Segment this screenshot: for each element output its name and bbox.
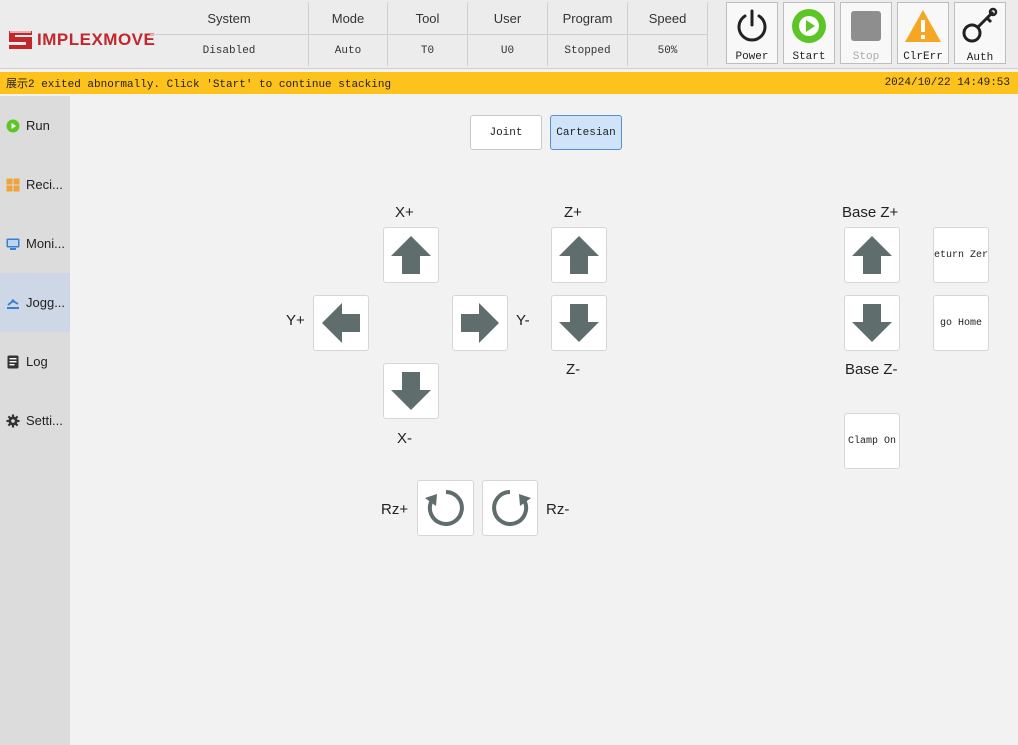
arrow-right-icon bbox=[461, 303, 499, 343]
rotate-cw-icon bbox=[492, 490, 531, 526]
stop-label: Stop bbox=[852, 51, 880, 63]
base-z-minus-label: Base Z- bbox=[845, 361, 898, 378]
status-value: Disabled bbox=[202, 44, 256, 57]
joint-mode-button[interactable]: Joint bbox=[470, 115, 542, 150]
sidebar-item-run[interactable]: Run bbox=[0, 96, 70, 155]
return-zero-button[interactable]: eturn Zer bbox=[933, 227, 989, 283]
arrow-left-icon bbox=[322, 303, 360, 343]
arrow-down-icon bbox=[391, 372, 431, 410]
status-value: 50% bbox=[657, 44, 678, 57]
alarm-message: 展示2 exited abnormally. Click 'Start' to … bbox=[6, 79, 392, 91]
sidebar: Run Reci... Moni... Jogg... Log Setti... bbox=[0, 96, 70, 745]
jog-icon bbox=[5, 295, 21, 311]
status-value: Auto bbox=[334, 44, 362, 57]
base-z-plus-label: Base Z+ bbox=[842, 204, 899, 221]
log-icon bbox=[5, 354, 21, 370]
sidebar-item-label: Reci... bbox=[26, 177, 63, 192]
status-speed[interactable]: Speed 50% bbox=[628, 2, 708, 66]
arrow-up-icon bbox=[852, 236, 892, 274]
status-header: User bbox=[468, 2, 547, 35]
status-header: Speed bbox=[628, 2, 707, 35]
monitor-icon bbox=[5, 236, 21, 252]
y-minus-button[interactable] bbox=[452, 295, 508, 351]
z-plus-button[interactable] bbox=[551, 227, 607, 283]
rz-plus-button[interactable] bbox=[417, 480, 474, 536]
stop-icon bbox=[846, 6, 886, 45]
gear-icon bbox=[5, 413, 21, 429]
arrow-up-icon bbox=[391, 236, 431, 274]
x-plus-label: X+ bbox=[395, 204, 414, 221]
status-value: T0 bbox=[420, 44, 435, 57]
status-value: Stopped bbox=[564, 44, 611, 57]
sidebar-item-label: Run bbox=[26, 118, 50, 133]
sidebar-item-monitor[interactable]: Moni... bbox=[0, 214, 70, 273]
status-table: System Disabled Mode Auto Tool T0 User U… bbox=[150, 2, 708, 66]
arrow-down-icon bbox=[559, 304, 599, 342]
power-icon bbox=[732, 6, 772, 45]
stop-button[interactable]: Stop bbox=[840, 2, 892, 64]
auth-button[interactable]: Auth bbox=[954, 2, 1006, 64]
sidebar-item-log[interactable]: Log bbox=[0, 332, 70, 391]
power-label: Power bbox=[735, 51, 769, 63]
start-button[interactable]: Start bbox=[783, 2, 835, 64]
power-button[interactable]: Power bbox=[726, 2, 778, 64]
status-header: System bbox=[150, 2, 308, 35]
control-buttons: Power Start Stop ClrErr Auth bbox=[726, 2, 1006, 64]
cartesian-mode-button[interactable]: Cartesian bbox=[550, 115, 622, 150]
sidebar-item-label: Jogg... bbox=[26, 295, 66, 310]
start-label: Start bbox=[792, 51, 826, 63]
x-minus-label: X- bbox=[397, 430, 412, 447]
base-z-plus-button[interactable] bbox=[844, 227, 900, 283]
grid-icon bbox=[5, 177, 21, 193]
rz-minus-button[interactable] bbox=[482, 480, 538, 536]
brand-s-mark-icon bbox=[9, 31, 32, 49]
z-minus-label: Z- bbox=[566, 361, 581, 378]
warning-icon bbox=[903, 6, 943, 45]
sidebar-item-settings[interactable]: Setti... bbox=[0, 391, 70, 450]
sidebar-item-recipe[interactable]: Reci... bbox=[0, 155, 70, 214]
jog-panel: Joint Cartesian X+ Y+ Y- X- Z+ Z- Rz+ Rz… bbox=[70, 96, 1018, 745]
top-header: IMPLEXMOVE System Disabled Mode Auto Too… bbox=[0, 0, 1018, 69]
arrow-up-icon bbox=[559, 236, 599, 274]
alarm-timestamp: 2024/10/22 14:49:53 bbox=[884, 77, 1010, 89]
brand-name: IMPLEXMOVE bbox=[37, 30, 156, 49]
status-header: Tool bbox=[388, 2, 467, 35]
status-program: Program Stopped bbox=[548, 2, 628, 66]
sidebar-item-jogging[interactable]: Jogg... bbox=[0, 273, 70, 332]
auth-label: Auth bbox=[966, 52, 994, 64]
alarm-bar: 展示2 exited abnormally. Click 'Start' to … bbox=[0, 72, 1018, 94]
clamp-on-button[interactable]: Clamp On bbox=[844, 413, 900, 469]
rz-minus-label: Rz- bbox=[546, 501, 570, 518]
rz-plus-label: Rz+ bbox=[381, 501, 409, 518]
go-home-button[interactable]: go Home bbox=[933, 295, 989, 351]
key-icon bbox=[960, 6, 1000, 46]
status-mode: Mode Auto bbox=[309, 2, 388, 66]
base-z-minus-button[interactable] bbox=[844, 295, 900, 351]
status-value: U0 bbox=[500, 44, 515, 57]
x-minus-button[interactable] bbox=[383, 363, 439, 419]
status-header: Mode bbox=[309, 2, 387, 35]
y-plus-button[interactable] bbox=[313, 295, 369, 351]
status-system: System Disabled bbox=[150, 2, 309, 66]
z-minus-button[interactable] bbox=[551, 295, 607, 351]
status-header: Program bbox=[548, 2, 627, 35]
arrow-down-icon bbox=[852, 304, 892, 342]
y-plus-label: Y+ bbox=[286, 312, 305, 329]
z-plus-label: Z+ bbox=[564, 204, 582, 221]
sidebar-item-label: Moni... bbox=[26, 236, 66, 251]
play-circle-icon bbox=[5, 118, 21, 134]
clear-error-label: ClrErr bbox=[903, 51, 943, 63]
status-tool: Tool T0 bbox=[388, 2, 468, 66]
y-minus-label: Y- bbox=[516, 312, 530, 329]
x-plus-button[interactable] bbox=[383, 227, 439, 283]
sidebar-item-label: Log bbox=[26, 354, 48, 369]
play-icon bbox=[789, 6, 829, 45]
status-user: User U0 bbox=[468, 2, 548, 66]
clear-error-button[interactable]: ClrErr bbox=[897, 2, 949, 64]
rotate-ccw-icon bbox=[424, 490, 464, 526]
brand-logo: IMPLEXMOVE bbox=[6, 26, 155, 54]
sidebar-item-label: Setti... bbox=[26, 413, 63, 428]
